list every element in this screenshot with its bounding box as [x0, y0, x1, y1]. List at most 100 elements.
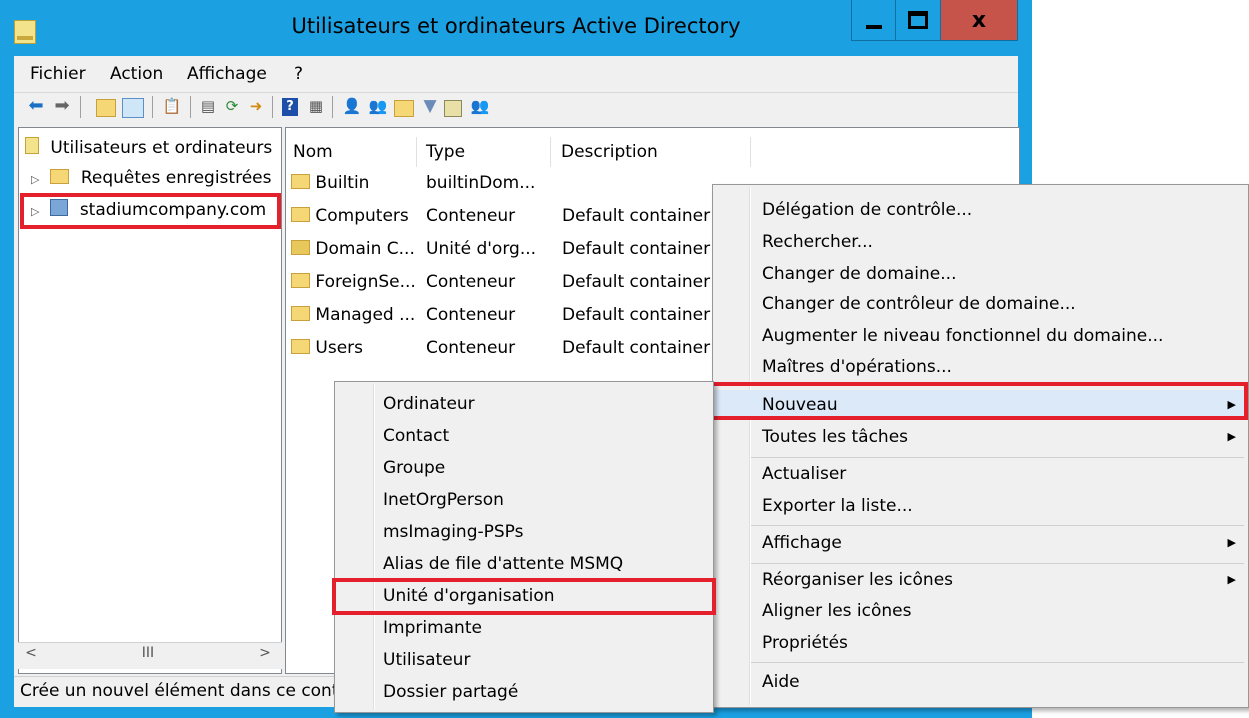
new-group-icon[interactable]: 👥: [368, 96, 388, 116]
menu-affichage[interactable]: Affichage: [187, 64, 267, 84]
new-user-icon[interactable]: 👤: [342, 96, 362, 116]
toolbar-separator: [152, 96, 153, 118]
menu-bar: [14, 60, 1018, 90]
submenu-arrow-icon: ▶: [1227, 573, 1236, 586]
new-ou-icon[interactable]: [394, 100, 414, 117]
folder-icon: [291, 174, 310, 189]
close-icon: x: [971, 7, 987, 33]
folder-icon: [291, 273, 310, 288]
list-cell-description: Default container: [562, 338, 711, 358]
menu-separator: [751, 662, 1244, 663]
help-icon[interactable]: ?: [282, 98, 298, 116]
menu-item-label: Toutes les tâches: [762, 427, 909, 447]
menu-item-actualiser[interactable]: Actualiser: [713, 459, 1248, 489]
submenu-item-imprimante[interactable]: Imprimante: [335, 613, 713, 643]
scroll-thumb[interactable]: III: [128, 645, 168, 665]
list-row[interactable]: Builtin: [291, 168, 369, 198]
list-cell-type: Conteneur: [426, 305, 516, 325]
expand-arrow-icon[interactable]: ▷: [31, 166, 45, 194]
properties-icon[interactable]: ▤: [198, 96, 218, 116]
submenu-item-utilisateur[interactable]: Utilisateur: [335, 645, 713, 675]
menu-item-reorganiser[interactable]: Réorganiser les icônes ▶: [713, 565, 1248, 595]
folder-icon: [291, 207, 310, 222]
menu-item-exporter[interactable]: Exporter la liste...: [713, 491, 1248, 521]
menu-item-label: Réorganiser les icônes: [762, 570, 954, 590]
list-cell-type: builtinDom...: [426, 173, 536, 193]
list-row[interactable]: ForeignSe...: [291, 267, 416, 297]
folder-icon: [291, 306, 310, 321]
minimize-button[interactable]: [851, 0, 897, 41]
submenu-item-dossier-partage[interactable]: Dossier partagé: [335, 677, 713, 707]
menu-item-aligner[interactable]: Aligner les icônes: [713, 596, 1248, 626]
tree-item-saved-queries[interactable]: ▷ Requêtes enregistrées: [31, 164, 271, 192]
highlight-nouveau: [710, 382, 1248, 420]
list-row[interactable]: Managed ...: [291, 300, 415, 330]
submenu-item-groupe[interactable]: Groupe: [335, 453, 713, 483]
submenu-nouveau: Ordinateur Contact Groupe InetOrgPerson …: [334, 381, 714, 713]
toolbar-separator: [80, 96, 81, 118]
find-icon[interactable]: [444, 100, 462, 117]
menu-help[interactable]: ?: [294, 64, 303, 84]
list-cell-description: Default container: [562, 272, 711, 292]
export-list-icon[interactable]: ➜: [246, 96, 266, 116]
highlight-unite-organisation: [332, 578, 716, 615]
context-menu: Délégation de contrôle... Rechercher... …: [712, 184, 1249, 708]
menu-item-rechercher[interactable]: Rechercher...: [713, 227, 1248, 257]
maximize-icon: [908, 11, 928, 29]
list-cell-description: Default container: [562, 305, 711, 325]
menu-item-label: Affichage: [762, 533, 842, 553]
toolbar-separator: [190, 96, 191, 118]
submenu-item-msmq-alias[interactable]: Alias de file d'attente MSMQ: [335, 549, 713, 579]
console-icon[interactable]: ▦: [306, 96, 326, 116]
menu-fichier[interactable]: Fichier: [30, 64, 86, 84]
show-tree-icon[interactable]: [122, 98, 144, 118]
forward-arrow-icon[interactable]: ➡: [52, 96, 72, 116]
refresh-icon[interactable]: ⟳: [222, 96, 242, 116]
list-row[interactable]: Computers: [291, 201, 409, 231]
menu-item-proprietes[interactable]: Propriétés: [713, 628, 1248, 658]
menu-item-augmenter-niveau[interactable]: Augmenter le niveau fonctionnel du domai…: [713, 321, 1248, 351]
status-text: Crée un nouvel élément dans ce conteneur: [20, 681, 388, 701]
list-row[interactable]: Domain C...: [291, 234, 415, 264]
submenu-item-inetorgperson[interactable]: InetOrgPerson: [335, 485, 713, 515]
menu-item-aide[interactable]: Aide: [713, 667, 1248, 697]
column-header-name[interactable]: Nom: [287, 137, 417, 167]
submenu-arrow-icon: ▶: [1227, 430, 1236, 443]
menu-separator: [751, 457, 1244, 458]
back-arrow-icon[interactable]: ⬅: [26, 96, 46, 116]
tree-root[interactable]: Utilisateurs et ordinateurs: [25, 134, 272, 162]
menu-item-delegation[interactable]: Délégation de contrôle...: [713, 195, 1248, 225]
toolbar-separator: [272, 96, 273, 118]
list-cell-type: Conteneur: [426, 272, 516, 292]
submenu-item-contact[interactable]: Contact: [335, 421, 713, 451]
scroll-right-icon[interactable]: >: [254, 645, 276, 665]
clipboard-icon[interactable]: 📋: [162, 96, 182, 116]
ou-icon: [291, 240, 310, 255]
menu-item-toutes-taches[interactable]: Toutes les tâches ▶: [713, 422, 1248, 452]
maximize-button[interactable]: [895, 0, 941, 41]
list-cell-type: Unité d'org...: [426, 239, 537, 259]
menu-item-changer-controleur[interactable]: Changer de contrôleur de domaine...: [713, 289, 1248, 319]
list-row[interactable]: Users: [291, 333, 363, 363]
submenu-item-ordinateur[interactable]: Ordinateur: [335, 389, 713, 419]
tree-root-label: Utilisateurs et ordinateurs: [50, 138, 273, 158]
root-console-icon: [25, 137, 39, 154]
menu-item-maitres-operations[interactable]: Maîtres d'opérations...: [713, 352, 1248, 382]
tree-item-label: Requêtes enregistrées: [80, 168, 272, 188]
menu-action[interactable]: Action: [110, 64, 163, 84]
column-header-type[interactable]: Type: [420, 137, 551, 167]
list-cell-type: Conteneur: [426, 338, 516, 358]
submenu-item-msimaging[interactable]: msImaging-PSPs: [335, 517, 713, 547]
folder-icon: [50, 169, 70, 184]
menu-separator: [751, 563, 1244, 564]
add-to-group-icon[interactable]: 👥: [470, 96, 490, 116]
submenu-arrow-icon: ▶: [1227, 536, 1236, 549]
scroll-left-icon[interactable]: <: [20, 645, 42, 665]
up-folder-icon[interactable]: [96, 99, 116, 117]
folder-icon: [291, 339, 310, 354]
menu-item-affichage[interactable]: Affichage ▶: [713, 528, 1248, 558]
close-button[interactable]: x: [940, 0, 1018, 41]
column-header-description[interactable]: Description: [555, 137, 751, 167]
filter-icon[interactable]: ▼: [420, 96, 440, 116]
menu-item-changer-domaine[interactable]: Changer de domaine...: [713, 259, 1248, 289]
